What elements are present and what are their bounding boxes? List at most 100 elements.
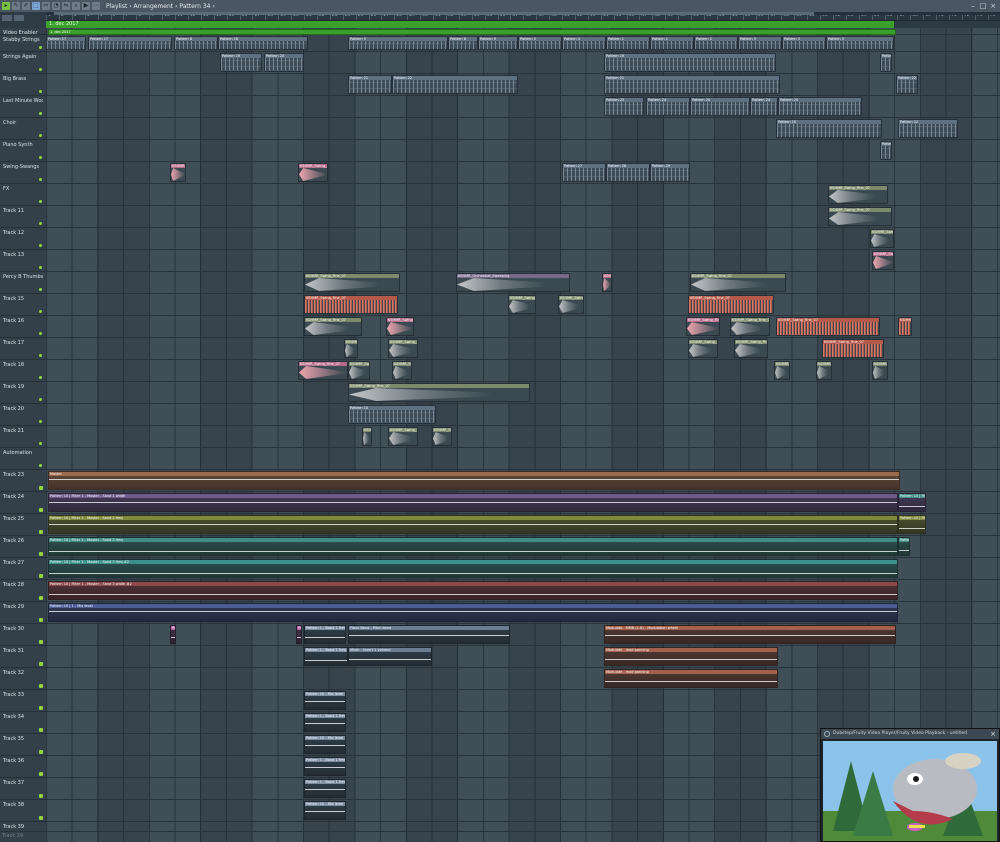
- pattern-clip[interactable]: Pattern 3: [738, 36, 782, 50]
- track-lock-icon[interactable]: [39, 706, 43, 710]
- select-tool-icon[interactable]: ⬚: [32, 2, 40, 10]
- track-header[interactable]: Automation: [0, 448, 46, 470]
- audio-clip[interactable]: KSHMR_Swing_Fine_07: [816, 361, 832, 380]
- track-header[interactable]: Track 31: [0, 646, 46, 668]
- horizontal-scrollbar[interactable]: [46, 12, 1000, 15]
- track-header[interactable]: Percy B Thumbs: [0, 272, 46, 294]
- track-header[interactable]: Swing-Swangs: [0, 162, 46, 184]
- audio-clip[interactable]: KSHMR_Swing_Fine_07: [690, 273, 786, 292]
- automation-clip[interactable]: Pattern 1 - Band 1 freq: [304, 779, 346, 798]
- pattern-clip[interactable]: Pattern 10: [348, 405, 436, 424]
- track-header[interactable]: Track 35: [0, 734, 46, 756]
- track-header[interactable]: Track 16: [0, 316, 46, 338]
- track-mute-led-icon[interactable]: [39, 310, 42, 313]
- audio-clip[interactable]: KSHMR_Swing_Fine_07: [304, 273, 400, 292]
- automation-clip[interactable]: Modulate - mod panning: [604, 669, 778, 688]
- automation-clip[interactable]: Pattern 1 - Band 1 freq: [304, 647, 348, 666]
- track-mute-led-icon[interactable]: [39, 398, 42, 401]
- playback-tool-icon[interactable]: ▶: [82, 2, 90, 10]
- track-header[interactable]: Track 30: [0, 624, 46, 646]
- maximize-icon[interactable]: □: [979, 2, 987, 10]
- automation-clip[interactable]: Pattern 1 - Band 1 freq: [304, 757, 346, 776]
- track-header[interactable]: Piano Synth: [0, 140, 46, 162]
- audio-clip[interactable]: KSHMR_Swing_Fine_07: [170, 163, 186, 182]
- track-lock-icon[interactable]: [39, 552, 43, 556]
- automation-clip[interactable]: Master: [48, 471, 900, 490]
- track-header[interactable]: Track 20: [0, 404, 46, 426]
- track-header[interactable]: Track 34: [0, 712, 46, 734]
- pattern-clip[interactable]: Pattern 24: [646, 97, 690, 116]
- automation-clip[interactable]: Pattern 10 - Mix level: [304, 735, 346, 754]
- audio-clip[interactable]: KSHMR_Orchestral_Sweeping: [456, 273, 570, 292]
- automation-clip[interactable]: Modulate - mod panning: [604, 647, 778, 666]
- pattern-clip[interactable]: Pattern 6: [174, 36, 218, 50]
- track-header[interactable]: FX: [0, 184, 46, 206]
- audio-clip[interactable]: KSHMR_Swing_Fine_07: [558, 295, 584, 314]
- track-lock-icon[interactable]: [39, 750, 43, 754]
- track-header[interactable]: Track 38: [0, 800, 46, 822]
- audio-clip[interactable]: KSHMR_Swing_Fine_07: [298, 361, 348, 380]
- audio-clip[interactable]: KSHMR_Swing_Fine_07: [828, 185, 888, 204]
- track-mute-led-icon[interactable]: [39, 420, 42, 423]
- video-close-icon[interactable]: ×: [990, 729, 996, 739]
- track-header[interactable]: Strings Again: [0, 52, 46, 74]
- pattern-clip[interactable]: Pattern 2: [694, 36, 738, 50]
- track-header[interactable]: Stabby Strings: [0, 35, 46, 52]
- track-header[interactable]: Track 26: [0, 536, 46, 558]
- track-lock-icon[interactable]: [39, 596, 43, 600]
- automation-clip[interactable]: Pattern 10 - Mix level: [304, 691, 346, 710]
- automation-clip[interactable]: Pattern 10 | Filter 1 - Master - Sand 2 …: [898, 515, 926, 534]
- track-header[interactable]: Track 32: [0, 668, 46, 690]
- track-mute-led-icon[interactable]: [39, 244, 42, 247]
- track-header[interactable]: Track 13: [0, 250, 46, 272]
- track-header[interactable]: Track 19: [0, 382, 46, 404]
- audio-clip[interactable]: KSHMR_Swing_Fine_07: [870, 229, 894, 248]
- options-menu-icon[interactable]: ▸: [2, 2, 10, 10]
- pattern-clip[interactable]: Pattern 17: [88, 36, 172, 50]
- close-icon[interactable]: ×: [989, 2, 997, 10]
- pattern-clip[interactable]: Pattern 24: [750, 97, 778, 116]
- automation-clip[interactable]: Pattern 1 - Band 1 freq: [304, 625, 346, 644]
- pattern-clip[interactable]: Pattern 27: [562, 163, 606, 182]
- zoom-tool-icon[interactable]: ⌕: [72, 2, 80, 10]
- audio-clip[interactable]: KSHMR_Swing_Fine_07: [388, 427, 418, 446]
- audio-clip[interactable]: KSHMR_Swing_Fine_07: [508, 295, 536, 314]
- video-player-title[interactable]: Dubstep/Fruity Video Player/Fruity Video…: [821, 729, 999, 739]
- track-lock-icon[interactable]: [39, 530, 43, 534]
- audio-clip[interactable]: KSHMR_Swing_Fine_07: [828, 207, 892, 226]
- automation-clip[interactable]: Pattern 1 - Band 1 freq: [296, 625, 302, 644]
- pattern-clip[interactable]: Pattern 3: [826, 36, 894, 50]
- automation-clip[interactable]: Flexx Bend - Pitch bend: [348, 625, 510, 644]
- audio-clip[interactable]: KSHMR_Swing_Fine_07: [388, 339, 418, 358]
- automation-clip[interactable]: Pattern 10 | Filter 1 - Master - Sand 3 …: [898, 537, 910, 556]
- track-header[interactable]: Track 36: [0, 756, 46, 778]
- track-header[interactable]: Track 29: [0, 602, 46, 624]
- track-mute-led-icon[interactable]: [39, 442, 42, 445]
- pattern-clip[interactable]: Pattern 20: [264, 53, 304, 72]
- pattern-clip[interactable]: Pattern 20: [880, 53, 892, 72]
- audio-clip[interactable]: KSHMR_Swing_Fine_07: [304, 295, 398, 314]
- scrollbar-thumb[interactable]: [54, 12, 814, 15]
- track-header[interactable]: Track 25: [0, 514, 46, 536]
- pattern-clip[interactable]: 1. dec 2017: [48, 29, 896, 35]
- track-header[interactable]: Track 15: [0, 294, 46, 316]
- track-lock-icon[interactable]: [39, 508, 43, 512]
- pattern-clip[interactable]: Pattern 4: [562, 36, 606, 50]
- minimize-icon[interactable]: –: [969, 2, 977, 10]
- snap-selector[interactable]: [2, 15, 12, 21]
- pattern-clip[interactable]: Pattern 19: [220, 53, 262, 72]
- track-header[interactable]: Last Minute Woodwinds: [0, 96, 46, 118]
- pattern-clip[interactable]: Pattern 13: [880, 141, 892, 160]
- track-header[interactable]: Track 21: [0, 426, 46, 448]
- track-lock-icon[interactable]: [39, 640, 43, 644]
- track-mute-led-icon[interactable]: [39, 156, 42, 159]
- pattern-clip[interactable]: Pattern 22: [896, 75, 918, 94]
- mute-tool-icon[interactable]: ◔: [52, 2, 60, 10]
- paint-tool-icon[interactable]: ✐: [22, 2, 30, 10]
- pattern-clip[interactable]: Pattern 1: [606, 36, 650, 50]
- pattern-clip[interactable]: Pattern 1: [650, 36, 694, 50]
- pattern-clip[interactable]: Pattern 3: [782, 36, 826, 50]
- automation-clip[interactable]: Pattern 10 | Filter 1 - Master - Sand 1 …: [48, 493, 898, 512]
- zoom-selector[interactable]: [14, 15, 24, 21]
- track-header[interactable]: Big Brass: [0, 74, 46, 96]
